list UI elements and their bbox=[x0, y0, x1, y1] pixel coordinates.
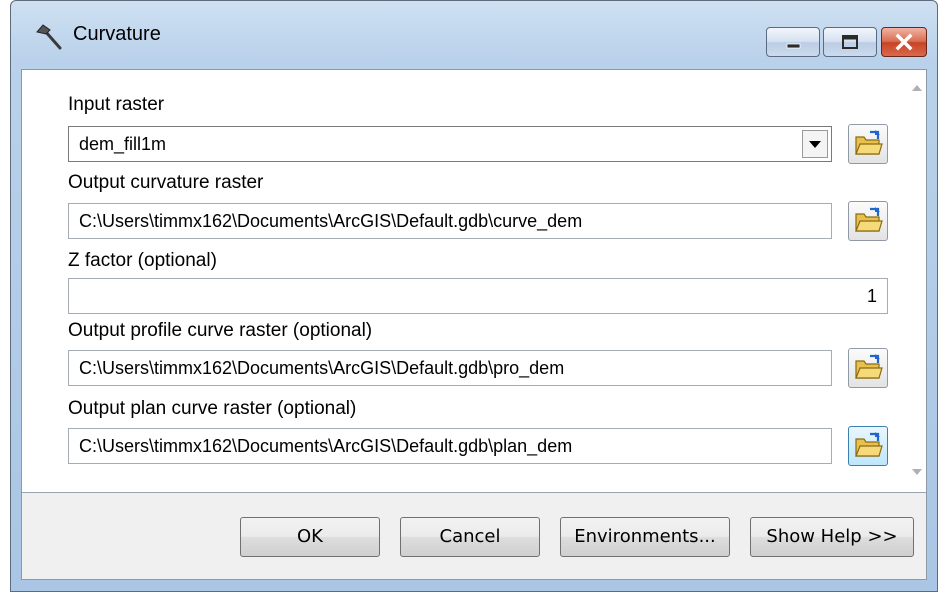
output-plan-input[interactable]: C:\Users\timmx162\Documents\ArcGIS\Defau… bbox=[68, 428, 832, 464]
show-help-button[interactable]: Show Help >> bbox=[750, 517, 914, 557]
z-factor-input[interactable]: 1 bbox=[68, 278, 888, 314]
close-button[interactable] bbox=[881, 27, 927, 57]
input-raster-value: dem_fill1m bbox=[79, 134, 167, 154]
minimize-button[interactable] bbox=[766, 27, 820, 57]
open-folder-icon bbox=[855, 354, 883, 379]
open-folder-icon bbox=[855, 432, 883, 457]
maximize-icon bbox=[842, 35, 858, 49]
parameters-panel: Input raster dem_fill1m Output curvature… bbox=[22, 70, 926, 493]
open-folder-icon bbox=[855, 207, 883, 232]
output-profile-browse-button[interactable] bbox=[848, 348, 888, 388]
scroll-down-icon[interactable] bbox=[908, 462, 926, 482]
hammer-icon bbox=[36, 24, 62, 50]
output-plan-browse-button[interactable] bbox=[848, 426, 888, 466]
vertical-scrollbar[interactable] bbox=[908, 70, 926, 492]
title-bar[interactable]: Curvature bbox=[11, 1, 937, 69]
input-raster-label: Input raster bbox=[68, 94, 165, 115]
open-folder-icon bbox=[855, 130, 883, 155]
output-profile-input[interactable]: C:\Users\timmx162\Documents\ArcGIS\Defau… bbox=[68, 350, 832, 386]
environments-button[interactable]: Environments... bbox=[560, 517, 730, 557]
output-curvature-label: Output curvature raster bbox=[68, 172, 264, 193]
z-factor-label: Z factor (optional) bbox=[68, 250, 217, 271]
chevron-down-icon[interactable] bbox=[802, 130, 828, 158]
scroll-up-icon[interactable] bbox=[908, 78, 926, 98]
input-raster-browse-button[interactable] bbox=[848, 124, 888, 164]
output-curvature-input[interactable]: C:\Users\timmx162\Documents\ArcGIS\Defau… bbox=[68, 203, 832, 239]
curvature-dialog: Curvature Input raster dem_fill1m Output… bbox=[10, 0, 938, 592]
minimize-icon bbox=[786, 43, 801, 49]
input-raster-combobox[interactable]: dem_fill1m bbox=[68, 126, 832, 162]
output-plan-label: Output plan curve raster (optional) bbox=[68, 398, 357, 419]
output-curvature-browse-button[interactable] bbox=[848, 201, 888, 241]
dialog-client-area: Input raster dem_fill1m Output curvature… bbox=[21, 69, 927, 580]
maximize-button[interactable] bbox=[823, 27, 877, 57]
ok-button[interactable]: OK bbox=[240, 517, 380, 557]
cancel-button[interactable]: Cancel bbox=[400, 517, 540, 557]
close-icon bbox=[895, 33, 913, 51]
output-profile-label: Output profile curve raster (optional) bbox=[68, 320, 373, 341]
window-title: Curvature bbox=[73, 23, 161, 45]
